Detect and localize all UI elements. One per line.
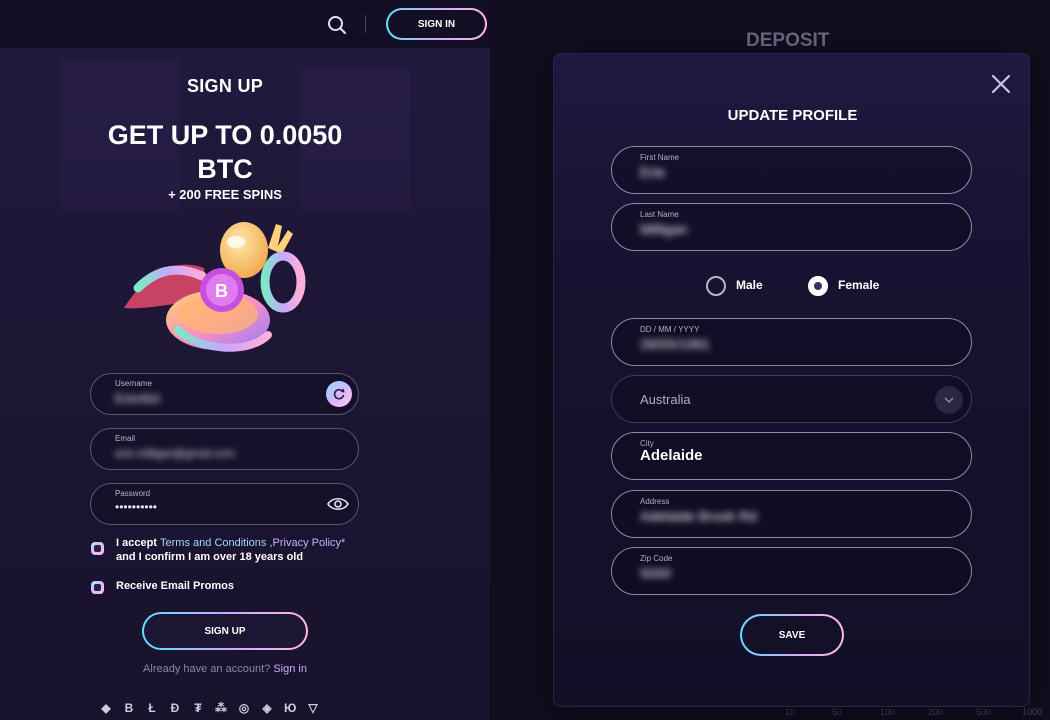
litecoin-icon: Ł xyxy=(148,701,156,715)
save-button[interactable]: SAVE xyxy=(740,614,844,656)
zip-code-field[interactable]: Zip Code 5000 xyxy=(611,547,972,595)
city-value: Adelaide xyxy=(640,447,703,464)
promo-subtitle: + 200 FREE SPINS xyxy=(168,187,282,202)
already-have-account: Already have an account? Sign in xyxy=(0,663,450,675)
zip-code-label: Zip Code xyxy=(640,554,673,563)
email-value: erie.milligan@gmail.com xyxy=(115,448,235,460)
address-label: Address xyxy=(640,497,670,506)
gender-female-radio[interactable] xyxy=(808,276,828,296)
ripple-icon: ⁂ xyxy=(215,701,227,715)
svg-text:B: B xyxy=(215,281,228,301)
update-profile-modal: UPDATE PROFILE First Name Erie Last Name… xyxy=(553,53,1030,707)
sign-in-link[interactable]: Sign in xyxy=(273,663,307,675)
signup-title: SIGN UP xyxy=(186,76,264,96)
city-field[interactable]: City Adelaide xyxy=(611,432,972,480)
dob-label: DD / MM / YYYY xyxy=(640,325,700,334)
password-value: •••••••••• xyxy=(115,500,158,514)
terms-checkbox[interactable] xyxy=(91,542,104,555)
email-label: Email xyxy=(115,434,136,443)
refresh-icon[interactable] xyxy=(326,381,352,407)
promos-checkbox[interactable] xyxy=(91,581,104,594)
terms-suffix: and I confirm I am over 18 years old xyxy=(116,551,304,563)
crypto-icons-row: ◆ B Ł Đ ₮ ⁂ ◎ ◈ Ю ▽ xyxy=(100,701,319,715)
already-text: Already have an account? xyxy=(143,663,271,675)
promos-label: Receive Email Promos xyxy=(116,580,235,592)
dogecoin-icon: Đ xyxy=(170,701,180,715)
privacy-link[interactable]: Privacy Policy* xyxy=(273,537,346,549)
username-value: Erie464 xyxy=(115,391,160,406)
bch-icon: Ю xyxy=(284,701,297,715)
signup-panel: SIGN IN SIGN UP GET UP TO 0.0050 BTC + 2… xyxy=(0,0,490,720)
last-name-label: Last Name xyxy=(640,210,679,219)
amount-tick: 200 xyxy=(928,707,944,717)
tron-icon: ▽ xyxy=(308,701,318,715)
promo-title: GET UP TO 0.0050 BTC xyxy=(107,120,343,184)
amount-tick: 10 xyxy=(785,707,796,717)
username-field[interactable]: Username Erie464 xyxy=(90,373,359,415)
search-icon[interactable] xyxy=(326,14,348,36)
last-name-field[interactable]: Last Name Milligan xyxy=(611,203,972,251)
cardano-icon: ◎ xyxy=(238,701,250,715)
gender-male-label: Male xyxy=(736,278,763,292)
binance-icon: ◈ xyxy=(262,701,272,715)
amount-tick: 50 xyxy=(832,707,843,717)
first-name-label: First Name xyxy=(640,153,680,162)
password-field[interactable]: Password •••••••••• xyxy=(90,483,359,525)
country-select[interactable]: Australia xyxy=(611,375,972,423)
top-bar: SIGN IN xyxy=(0,0,490,49)
password-label: Password xyxy=(115,489,151,498)
terms-text: I accept Terms and Conditions ,Privacy P… xyxy=(116,536,345,564)
sign-up-button[interactable]: SIGN UP xyxy=(142,612,308,650)
ethereum-icon: ◆ xyxy=(101,701,111,715)
dob-field[interactable]: DD / MM / YYYY 28/05/1991 xyxy=(611,318,972,366)
gender-male-radio[interactable] xyxy=(706,276,726,296)
first-name-value: Erie xyxy=(640,164,665,180)
terms-link[interactable]: Terms and Conditions xyxy=(160,537,266,549)
sign-in-button[interactable]: SIGN IN xyxy=(386,8,487,40)
username-label: Username xyxy=(115,379,152,388)
bitcoin-icon: B xyxy=(124,701,134,715)
dob-value: 28/05/1991 xyxy=(640,336,711,352)
close-icon[interactable] xyxy=(991,74,1011,94)
last-name-value: Milligan xyxy=(640,221,688,237)
stage: SIGN IN SIGN UP GET UP TO 0.0050 BTC + 2… xyxy=(0,0,1050,720)
eye-icon[interactable] xyxy=(327,495,349,513)
zip-code-value: 5000 xyxy=(640,565,672,581)
first-name-field[interactable]: First Name Erie xyxy=(611,146,972,194)
amount-tick: 1000 xyxy=(1022,707,1043,717)
divider xyxy=(365,15,366,33)
mascot-illustration: B xyxy=(124,222,306,352)
address-value: Adelaide Brook Rd xyxy=(640,508,757,524)
gender-female-label: Female xyxy=(838,278,880,292)
address-field[interactable]: Address Adelaide Brook Rd xyxy=(611,490,972,538)
tether-icon: ₮ xyxy=(194,701,202,715)
terms-prefix: I accept xyxy=(116,537,161,549)
chevron-down-icon[interactable] xyxy=(935,386,963,414)
amount-tick: 100 xyxy=(880,707,896,717)
modal-title: UPDATE PROFILE xyxy=(727,107,858,124)
deposit-title: DEPOSIT xyxy=(746,30,830,51)
country-value: Australia xyxy=(640,392,691,407)
amount-tick: 500 xyxy=(976,707,992,717)
email-field[interactable]: Email erie.milligan@gmail.com xyxy=(90,428,359,470)
